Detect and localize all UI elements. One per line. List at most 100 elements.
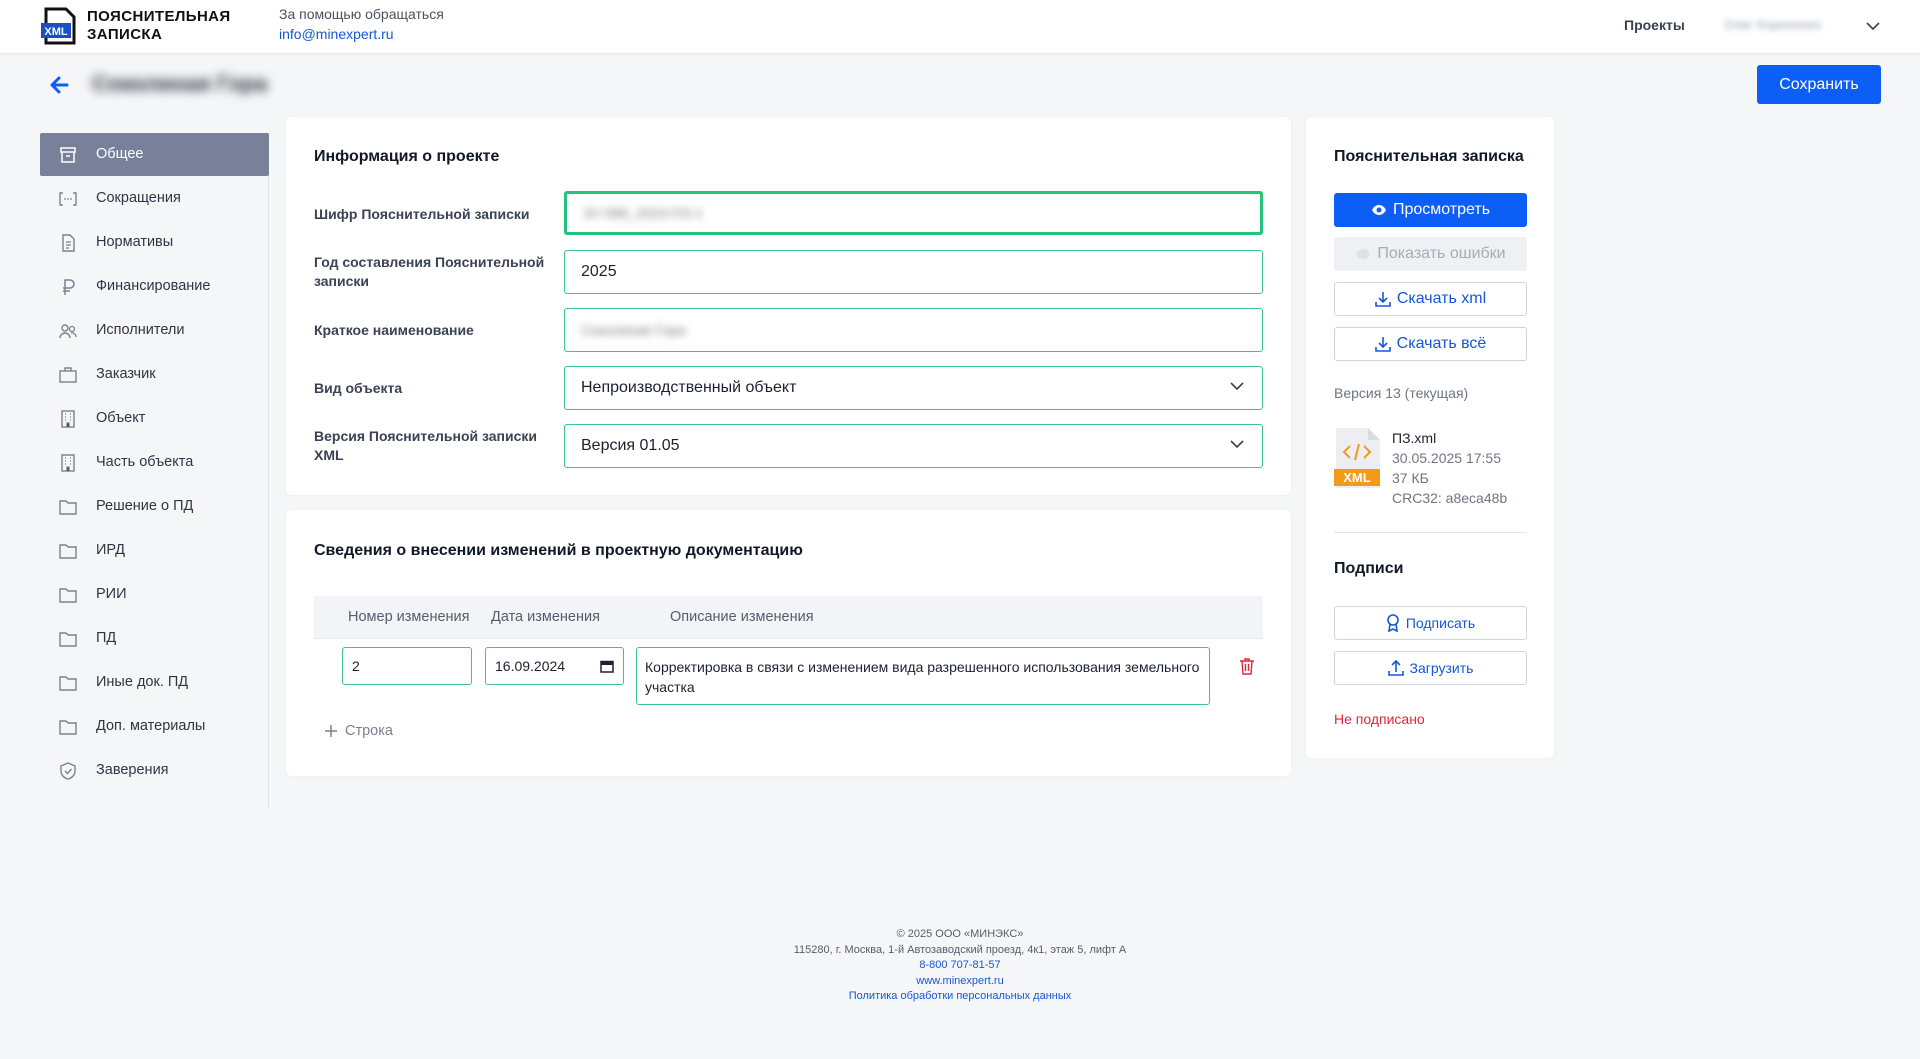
project-info-card: Информация о проекте Шифр Пояснительной …	[286, 117, 1291, 495]
changes-table-header: Номер изменения Дата изменения Описание …	[314, 596, 1263, 639]
sidebar-item-label: Решение о ПД	[96, 498, 194, 514]
xml-version-label: Версия Пояснительной записки XML	[314, 428, 538, 463]
back-arrow-icon[interactable]	[48, 74, 70, 96]
sidebar-item-rii[interactable]: РИИ	[40, 573, 269, 616]
download-icon	[1375, 292, 1391, 307]
short-name-label: Краткое наименование	[314, 322, 474, 338]
sidebar-item-financing[interactable]: Финансирование	[40, 265, 269, 308]
folder-icon	[59, 676, 77, 691]
logo-line-2: ЗАПИСКА	[87, 26, 163, 43]
sidebar-item-pd[interactable]: ПД	[40, 617, 269, 660]
help-text: За помощью обращаться	[279, 6, 444, 22]
logo-line-1: ПОЯСНИТЕЛЬНАЯ	[87, 8, 231, 25]
xml-version-select[interactable]: Версия 01.05	[564, 424, 1263, 468]
cipher-label: Шифр Пояснительной записки	[314, 206, 530, 222]
file-size: 37 КБ	[1392, 470, 1429, 486]
column-header: Дата изменения	[491, 609, 600, 625]
file-crc: CRC32: a8eca48b	[1392, 490, 1508, 506]
upload-button[interactable]: Загрузить	[1334, 651, 1527, 685]
sidebar-item-label: ИРД	[96, 542, 125, 558]
plus-icon	[325, 725, 337, 737]
footer-copyright: © 2025 ООО «МИНЭКС»	[896, 928, 1024, 940]
svg-text:XML: XML	[44, 26, 68, 38]
sidebar-item-object[interactable]: Объект	[40, 397, 269, 440]
view-button[interactable]: Просмотреть	[1334, 193, 1527, 227]
change-date-input[interactable]: 16.09.2024	[485, 647, 624, 685]
sidebar-item-other-pd-docs[interactable]: Иные док. ПД	[40, 661, 269, 704]
sidebar-item-label: Общее	[96, 146, 144, 162]
file-name[interactable]: ПЗ.xml	[1392, 428, 1507, 448]
sidebar-item-pd-decision[interactable]: Решение о ПД	[40, 485, 269, 528]
sidebar-item-certifications[interactable]: Заверения	[40, 749, 269, 792]
chevron-down-icon[interactable]	[1866, 18, 1880, 36]
sidebar-item-executors[interactable]: Исполнители	[40, 309, 269, 352]
sidebar-item-abbreviations[interactable]: Сокращения	[40, 177, 269, 220]
calendar-icon[interactable]	[600, 659, 614, 673]
folder-icon	[59, 632, 77, 647]
briefcase-icon	[59, 367, 77, 383]
short-name-input[interactable]: Соколиная Гора	[564, 308, 1263, 352]
sidebar-item-label: Часть объекта	[96, 454, 194, 470]
column-header: Номер изменения	[348, 609, 470, 625]
shield-check-icon	[60, 762, 76, 780]
footer-privacy-link[interactable]: Политика обработки персональных данных	[0, 989, 1920, 1005]
short-name-value: Соколиная Гора	[581, 322, 686, 338]
year-value: 2025	[581, 263, 617, 280]
sidebar-item-label: Нормативы	[96, 234, 174, 250]
trash-icon[interactable]	[1239, 657, 1255, 680]
object-type-value: Непроизводственный объект	[581, 379, 797, 396]
footer-site-link[interactable]: www.minexpert.ru	[0, 974, 1920, 990]
download-all-button[interactable]: Скачать всё	[1334, 327, 1527, 361]
nav-projects-link[interactable]: Проекты	[1624, 17, 1685, 33]
change-number-input[interactable]: 2	[342, 647, 472, 685]
footer-phone-link[interactable]: 8-800 707-81-57	[0, 958, 1920, 974]
svg-text:XML: XML	[1343, 470, 1371, 485]
project-info-title: Информация о проекте	[314, 148, 500, 165]
user-name[interactable]: Олег Корнеенко	[1724, 17, 1821, 32]
changes-card: Сведения о внесении изменений в проектну…	[286, 510, 1291, 776]
show-errors-button[interactable]: Показать ошибки	[1334, 237, 1527, 271]
year-label: Год составления Пояснительной записки	[314, 254, 545, 289]
footer: © 2025 ООО «МИНЭКС» 115280, г. Москва, 1…	[0, 927, 1920, 1005]
changes-title: Сведения о внесении изменений в проектну…	[314, 542, 803, 559]
note-panel: Пояснительная записка Просмотреть Показа…	[1306, 117, 1554, 758]
users-icon	[59, 324, 77, 339]
sidebar-item-label: Заверения	[96, 762, 169, 778]
sidebar-item-additional-materials[interactable]: Доп. материалы	[40, 705, 269, 748]
signatures-title: Подписи	[1334, 560, 1404, 577]
change-description-input[interactable]: Корректировка в связи с изменением вида …	[636, 647, 1210, 705]
view-button-label: Просмотреть	[1392, 201, 1491, 218]
sidebar-item-label: Объект	[96, 410, 146, 426]
download-all-label: Скачать всё	[1396, 335, 1487, 352]
building-icon	[61, 454, 75, 472]
object-type-label: Вид объекта	[314, 380, 403, 396]
save-button[interactable]: Сохранить	[1757, 65, 1881, 104]
file-meta: ПЗ.xml 30.05.2025 17:55 37 КБ CRC32: a8e…	[1392, 428, 1507, 508]
upload-icon	[1387, 660, 1404, 676]
sidebar-item-customer[interactable]: Заказчик	[40, 353, 269, 396]
add-row-button[interactable]: Строка	[324, 723, 393, 739]
sidebar-item-ird[interactable]: ИРД	[40, 529, 269, 572]
help-email-link[interactable]: info@minexpert.ru	[279, 24, 444, 44]
file-date: 30.05.2025 17:55	[1392, 450, 1501, 466]
sign-button[interactable]: Подписать	[1334, 606, 1527, 640]
folder-icon	[59, 544, 77, 559]
folder-icon	[59, 500, 77, 515]
download-xml-label: Скачать xml	[1396, 290, 1487, 307]
object-type-select[interactable]: Непроизводственный объект	[564, 366, 1263, 410]
sidebar-item-object-part[interactable]: Часть объекта	[40, 441, 269, 484]
chevron-down-icon	[1230, 382, 1244, 391]
download-xml-button[interactable]: Скачать xml	[1334, 282, 1527, 316]
sidebar-item-norms[interactable]: Нормативы	[40, 221, 269, 264]
app-logo[interactable]: XML ПОЯСНИТЕЛЬНАЯ ЗАПИСКА	[40, 7, 231, 45]
xml-file-icon[interactable]: XML	[1334, 428, 1380, 493]
sidebar-item-general[interactable]: Общее	[40, 133, 269, 176]
sidebar-item-label: РИИ	[96, 586, 127, 602]
upload-label: Загрузить	[1409, 660, 1474, 676]
cipher-input[interactable]: ЗУ-086_2024-ПЗ-1	[564, 191, 1263, 235]
folder-icon	[59, 720, 77, 735]
year-input[interactable]: 2025	[564, 250, 1263, 294]
page-title: Соколиная Гора	[92, 71, 268, 96]
sidebar-item-label: ПД	[96, 630, 117, 646]
brackets-icon	[59, 192, 77, 206]
